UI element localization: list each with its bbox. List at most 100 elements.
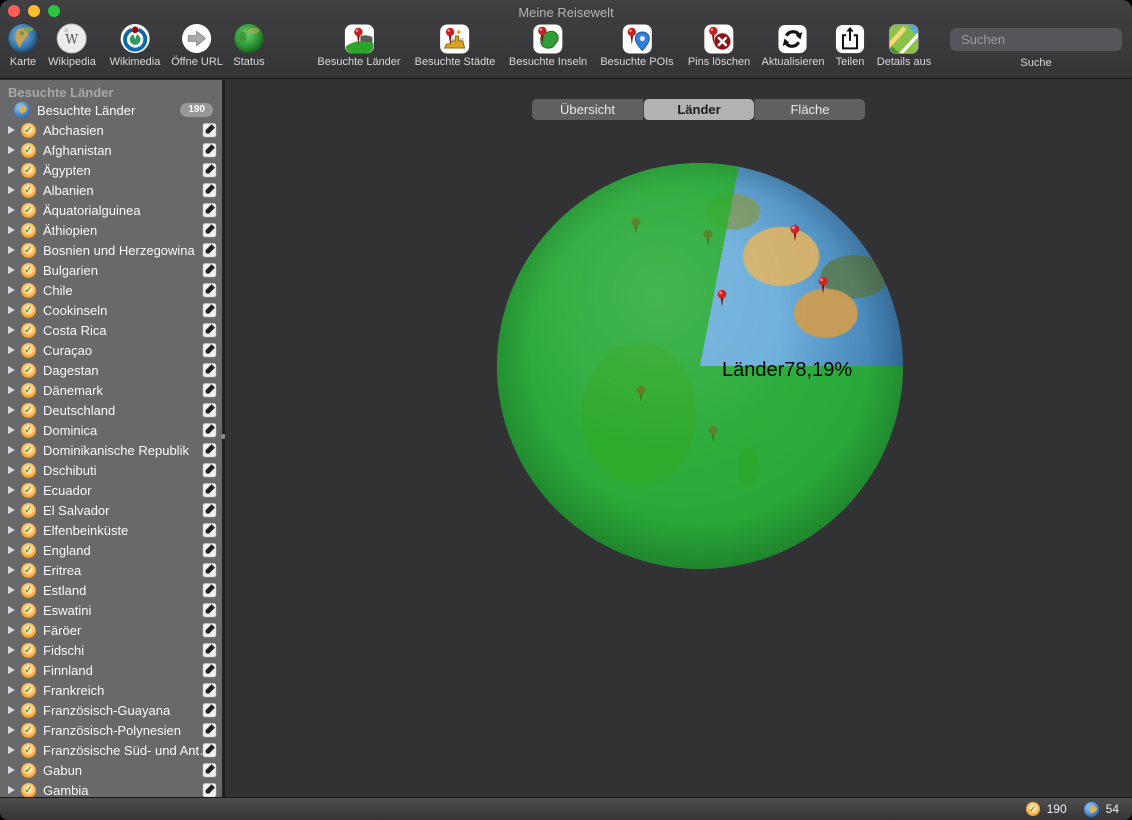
sidebar-country-row[interactable]: Ecuador: [0, 480, 222, 500]
sidebar-country-row[interactable]: Dominikanische Republik: [0, 440, 222, 460]
sidebar-root-item[interactable]: Besuchte Länder 190: [0, 100, 222, 120]
disclosure-triangle-icon[interactable]: [8, 166, 15, 174]
countries-pie-globe-chart[interactable]: Länder78,19%: [497, 163, 903, 569]
disclosure-triangle-icon[interactable]: [8, 726, 15, 734]
edit-note-icon[interactable]: [202, 162, 217, 178]
disclosure-triangle-icon[interactable]: [8, 186, 15, 194]
edit-note-icon[interactable]: [202, 702, 217, 718]
sidebar-country-row[interactable]: Estland: [0, 580, 222, 600]
toolbar-item-aktualisieren[interactable]: Aktualisieren: [762, 21, 825, 69]
disclosure-triangle-icon[interactable]: [8, 126, 15, 134]
edit-note-icon[interactable]: [202, 662, 217, 678]
edit-note-icon[interactable]: [202, 682, 217, 698]
edit-note-icon[interactable]: [202, 502, 217, 518]
disclosure-triangle-icon[interactable]: [8, 286, 15, 294]
sidebar-country-row[interactable]: Frankreich: [0, 680, 222, 700]
disclosure-triangle-icon[interactable]: [8, 786, 15, 794]
edit-note-icon[interactable]: [202, 722, 217, 738]
disclosure-triangle-icon[interactable]: [8, 486, 15, 494]
disclosure-triangle-icon[interactable]: [8, 566, 15, 574]
disclosure-triangle-icon[interactable]: [8, 226, 15, 234]
edit-note-icon[interactable]: [202, 462, 217, 478]
edit-note-icon[interactable]: [202, 782, 217, 797]
sidebar-country-row[interactable]: Eswatini: [0, 600, 222, 620]
disclosure-triangle-icon[interactable]: [8, 526, 15, 534]
tab-flaeche[interactable]: Fläche: [754, 99, 865, 120]
edit-note-icon[interactable]: [202, 742, 217, 758]
disclosure-triangle-icon[interactable]: [8, 326, 15, 334]
tab-uebersicht[interactable]: Übersicht: [532, 99, 643, 120]
edit-note-icon[interactable]: [202, 542, 217, 558]
edit-note-icon[interactable]: [202, 622, 217, 638]
sidebar-country-row[interactable]: Deutschland: [0, 400, 222, 420]
edit-note-icon[interactable]: [202, 402, 217, 418]
toolbar-item-wikimedia[interactable]: Wikimedia: [110, 21, 161, 69]
sidebar-country-row[interactable]: Äthiopien: [0, 220, 222, 240]
sidebar-country-row[interactable]: Gambia: [0, 780, 222, 797]
edit-note-icon[interactable]: [202, 442, 217, 458]
edit-note-icon[interactable]: [202, 762, 217, 778]
sidebar-country-row[interactable]: Costa Rica: [0, 320, 222, 340]
disclosure-triangle-icon[interactable]: [8, 266, 15, 274]
edit-note-icon[interactable]: [202, 262, 217, 278]
disclosure-triangle-icon[interactable]: [8, 626, 15, 634]
disclosure-triangle-icon[interactable]: [8, 366, 15, 374]
toolbar-item-teilen[interactable]: Teilen: [835, 21, 865, 69]
sidebar-country-row[interactable]: Cookinseln: [0, 300, 222, 320]
edit-note-icon[interactable]: [202, 582, 217, 598]
edit-note-icon[interactable]: [202, 482, 217, 498]
toolbar-item-besuchte-pois[interactable]: Besuchte POIs: [600, 21, 673, 69]
disclosure-triangle-icon[interactable]: [8, 146, 15, 154]
disclosure-triangle-icon[interactable]: [8, 206, 15, 214]
edit-note-icon[interactable]: [202, 242, 217, 258]
disclosure-triangle-icon[interactable]: [8, 586, 15, 594]
disclosure-triangle-icon[interactable]: [8, 606, 15, 614]
search-field[interactable]: [950, 28, 1122, 51]
sidebar-country-row[interactable]: Französisch-Polynesien: [0, 720, 222, 740]
edit-note-icon[interactable]: [202, 122, 217, 138]
toolbar-item-pins-loeschen[interactable]: Pins löschen: [688, 21, 750, 69]
edit-note-icon[interactable]: [202, 602, 217, 618]
edit-note-icon[interactable]: [202, 202, 217, 218]
sidebar-country-row[interactable]: Färöer: [0, 620, 222, 640]
sidebar-country-row[interactable]: Finnland: [0, 660, 222, 680]
sidebar-country-row[interactable]: Äquatorialguinea: [0, 200, 222, 220]
sidebar-country-row[interactable]: Albanien: [0, 180, 222, 200]
sidebar-country-row[interactable]: Curaçao: [0, 340, 222, 360]
sidebar-country-row[interactable]: Chile: [0, 280, 222, 300]
disclosure-triangle-icon[interactable]: [8, 546, 15, 554]
disclosure-triangle-icon[interactable]: [8, 346, 15, 354]
sidebar-country-row[interactable]: Eritrea: [0, 560, 222, 580]
toolbar-item-besuchte-inseln[interactable]: Besuchte Inseln: [509, 21, 587, 69]
disclosure-triangle-icon[interactable]: [8, 766, 15, 774]
disclosure-triangle-icon[interactable]: [8, 406, 15, 414]
sidebar-country-row[interactable]: Gabun: [0, 760, 222, 780]
edit-note-icon[interactable]: [202, 282, 217, 298]
sidebar-country-row[interactable]: Afghanistan: [0, 140, 222, 160]
edit-note-icon[interactable]: [202, 322, 217, 338]
sidebar-country-row[interactable]: Dschibuti: [0, 460, 222, 480]
disclosure-triangle-icon[interactable]: [8, 746, 15, 754]
disclosure-triangle-icon[interactable]: [8, 466, 15, 474]
sidebar-country-row[interactable]: Fidschi: [0, 640, 222, 660]
edit-note-icon[interactable]: [202, 302, 217, 318]
toolbar-item-besuchte-staedte[interactable]: Besuchte Städte: [415, 21, 496, 69]
disclosure-triangle-icon[interactable]: [8, 306, 15, 314]
tab-laender[interactable]: Länder: [643, 99, 754, 120]
edit-note-icon[interactable]: [202, 142, 217, 158]
sidebar-country-row[interactable]: Ägypten: [0, 160, 222, 180]
sidebar-country-row[interactable]: El Salvador: [0, 500, 222, 520]
toolbar-item-karte[interactable]: Karte: [8, 21, 39, 69]
edit-note-icon[interactable]: [202, 422, 217, 438]
disclosure-triangle-icon[interactable]: [8, 426, 15, 434]
sidebar-country-row[interactable]: Bulgarien: [0, 260, 222, 280]
edit-note-icon[interactable]: [202, 382, 217, 398]
disclosure-triangle-icon[interactable]: [8, 386, 15, 394]
sidebar-country-row[interactable]: Bosnien und Herzegowina: [0, 240, 222, 260]
disclosure-triangle-icon[interactable]: [8, 666, 15, 674]
sidebar-country-row[interactable]: Abchasien: [0, 120, 222, 140]
disclosure-triangle-icon[interactable]: [8, 706, 15, 714]
toolbar-item-details-aus[interactable]: Details aus: [877, 21, 931, 69]
sidebar-country-row[interactable]: Dänemark: [0, 380, 222, 400]
disclosure-triangle-icon[interactable]: [8, 646, 15, 654]
